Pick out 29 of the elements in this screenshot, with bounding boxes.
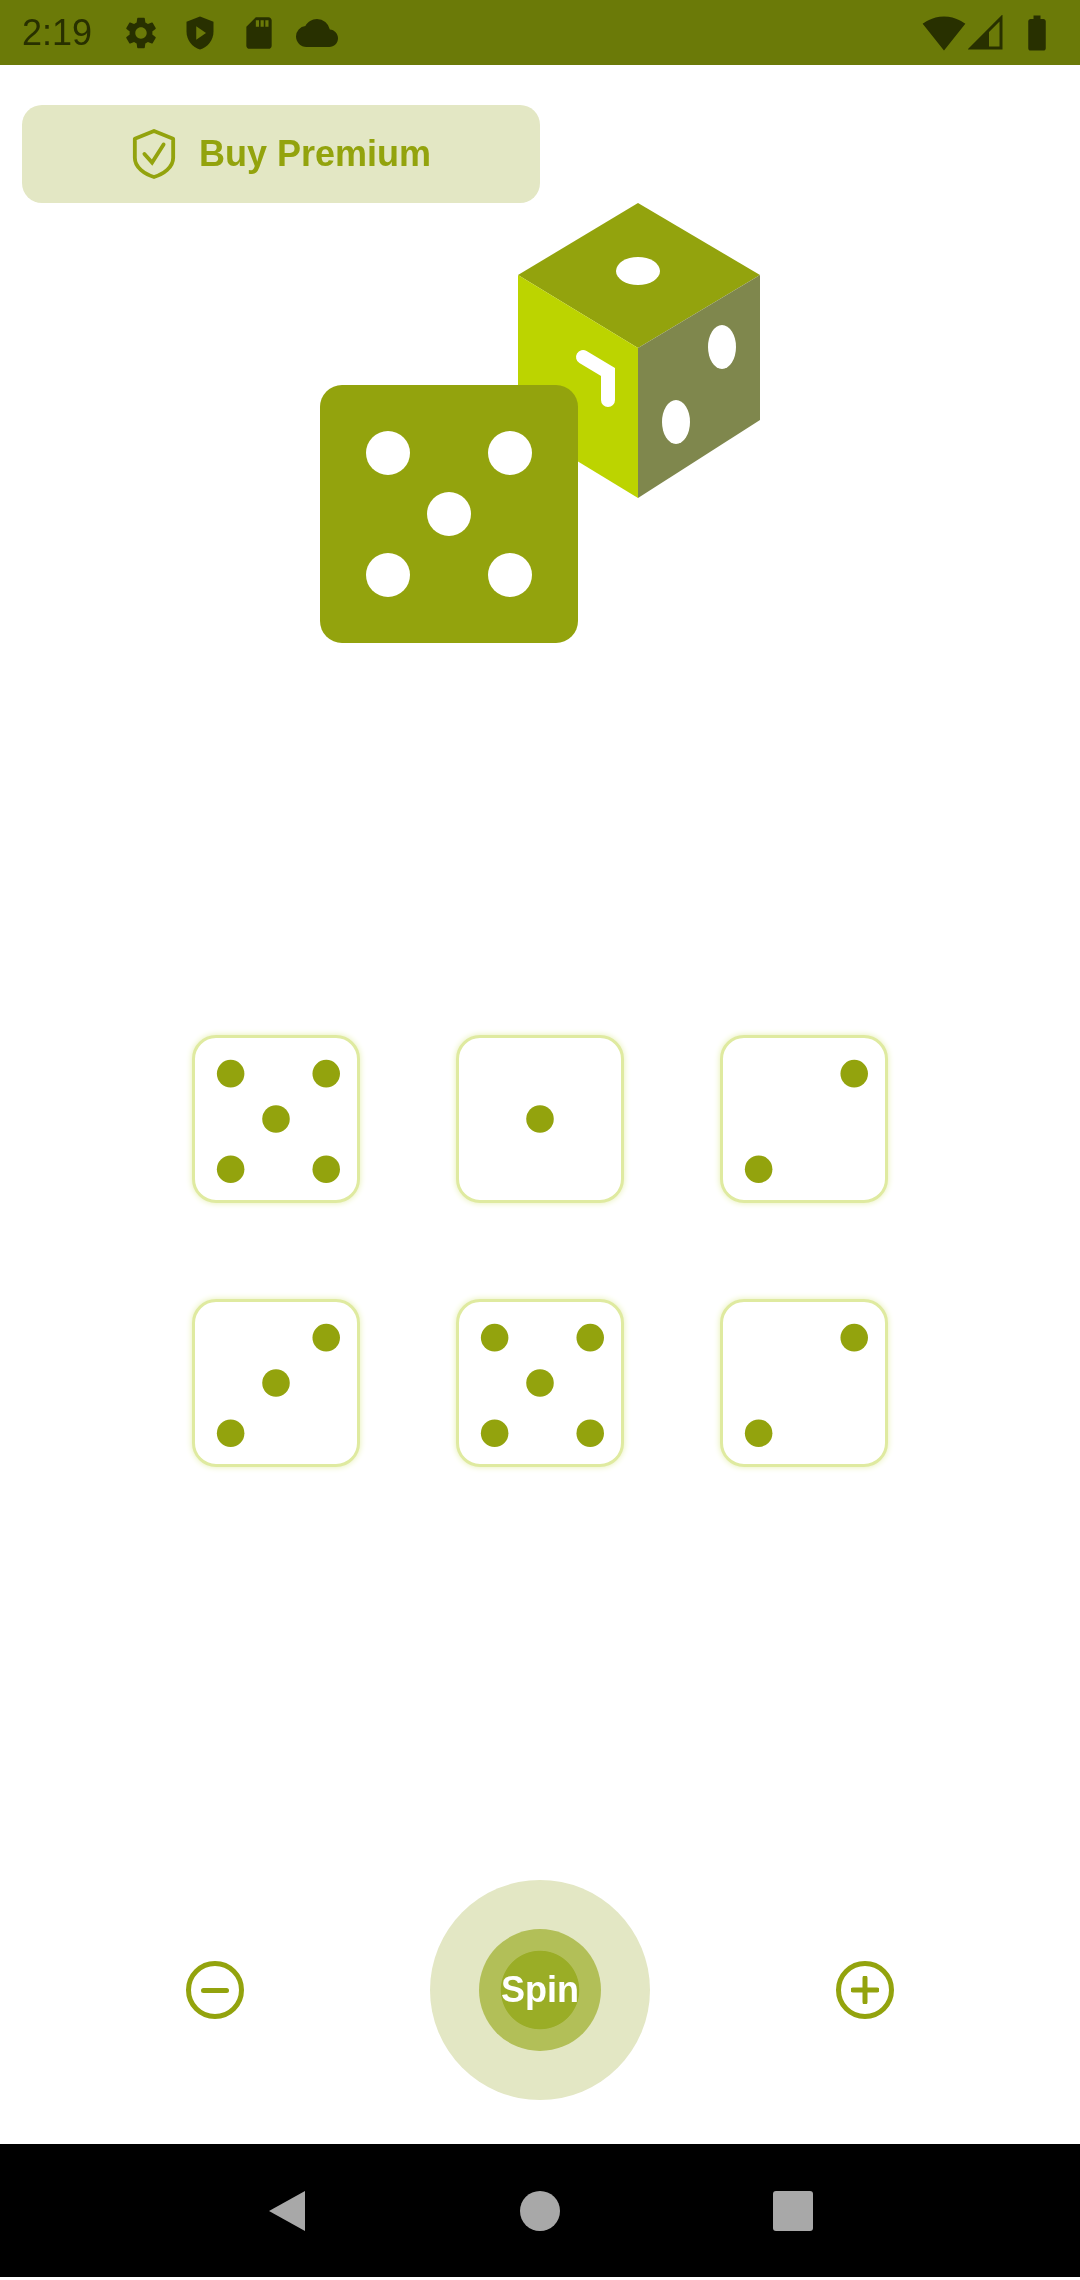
pip-icon <box>576 1419 604 1447</box>
pip-icon <box>526 1369 554 1397</box>
minus-icon <box>201 1987 229 1993</box>
signal-icon <box>968 14 1004 51</box>
pip-icon <box>480 1419 509 1447</box>
pip-icon <box>576 1323 604 1352</box>
recents-icon[interactable] <box>773 2190 814 2231</box>
pip-icon <box>840 1323 868 1352</box>
plus-button[interactable] <box>836 1961 894 2019</box>
status-time: 2:19 <box>22 10 93 55</box>
home-icon[interactable] <box>520 2190 560 2231</box>
pip-icon <box>312 1155 340 1183</box>
shield-check-icon <box>130 126 177 182</box>
pip-icon <box>262 1369 290 1397</box>
pip-icon <box>312 1323 340 1352</box>
minus-button[interactable] <box>186 1961 244 2019</box>
pip-icon <box>840 1059 868 1088</box>
pip-icon <box>744 1155 773 1183</box>
pip-icon <box>216 1155 245 1183</box>
buy-premium-button[interactable]: Buy Premium <box>22 105 540 203</box>
pip-icon <box>312 1059 340 1088</box>
pip-icon <box>262 1105 290 1133</box>
spin-button[interactable]: Spin <box>479 1929 601 2051</box>
pip-icon <box>216 1059 245 1088</box>
pip-icon <box>216 1419 245 1447</box>
pip-icon <box>744 1419 773 1447</box>
pip-icon <box>526 1105 554 1133</box>
pip-icon <box>480 1323 509 1352</box>
plus-icon <box>851 1976 879 2004</box>
